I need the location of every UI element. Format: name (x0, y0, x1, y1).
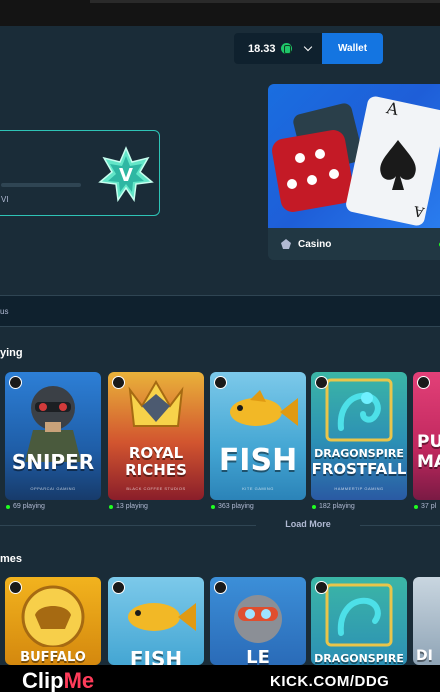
stake-original-badge-icon (315, 376, 328, 389)
top-strip-tab (90, 0, 440, 3)
vip-star-badge-icon: V (98, 146, 154, 202)
game-name-line1: PU (417, 432, 440, 452)
game-tile-partial-2[interactable]: DI (413, 577, 440, 665)
chevron-down-icon (303, 42, 312, 52)
stake-original-badge-icon (9, 376, 22, 389)
wallet-button[interactable]: Wallet (322, 33, 383, 64)
search-partial-text: us (0, 307, 9, 316)
game-name: LE (246, 647, 270, 666)
game-name: FISH (218, 443, 298, 478)
game-tile-royal-riches[interactable]: ROYAL RICHES BLACK COFFEE STUDIOS (108, 372, 204, 500)
section-title-trending: ying (0, 347, 23, 359)
player-count-text: 182 playing (319, 503, 355, 510)
player-count-text: 13 playing (116, 503, 148, 510)
search-bar[interactable]: us (0, 295, 440, 327)
balance-selector[interactable]: 18.33 (234, 33, 322, 64)
live-dot-icon (211, 504, 215, 509)
live-dot-icon (6, 504, 10, 509)
vip-badge-letter: V (119, 165, 133, 186)
game-studio: OPPARCAI GAMING (30, 486, 76, 491)
game-name: BUFFALO (20, 650, 86, 665)
game-studio: KITE GAMING (242, 486, 274, 491)
clipme-watermark: ClipMe (22, 668, 94, 692)
live-dot-icon (312, 504, 316, 509)
player-count: 37 pl (414, 503, 436, 510)
divider-left (0, 525, 256, 526)
stake-original-badge-icon (112, 376, 125, 389)
player-count-text: 69 playing (13, 503, 45, 510)
game-tile-fish-2[interactable]: FISH (108, 577, 204, 665)
game-tile-fish[interactable]: FISH KITE GAMING (210, 372, 306, 500)
game-name-line2: RICHES (125, 461, 187, 479)
casino-category-card[interactable]: A A Casino (268, 84, 440, 260)
game-studio: BLACK COFFEE STUDIOS (126, 486, 186, 491)
game-studio: HAMMERTIP GAMING (334, 486, 384, 491)
player-count: 69 playing (6, 503, 45, 510)
currency-coin-icon (280, 43, 292, 54)
player-count: 182 playing (312, 503, 355, 510)
player-count: 363 playing (211, 503, 254, 510)
casino-card-footer: Casino (268, 228, 440, 260)
player-count: 13 playing (109, 503, 148, 510)
game-tile-partial[interactable]: PU MA (413, 372, 440, 500)
casino-card-label: Casino (298, 238, 332, 250)
stake-original-badge-icon (417, 376, 430, 389)
game-tile-buffalo[interactable]: BUFFALO (5, 577, 101, 665)
divider-right (360, 525, 440, 526)
stake-original-badge-icon (112, 581, 125, 594)
game-name: DRAGONSPIRE (314, 652, 404, 665)
game-tile-sniper[interactable]: SNIPER OPPARCAI GAMING (5, 372, 101, 500)
player-count-text: 37 pl (421, 503, 437, 510)
channel-watermark: KICK.COM/DDG (270, 673, 390, 690)
watermark-me: Me (63, 668, 95, 692)
section-title-more: mes (0, 553, 23, 565)
vip-label: VI (1, 195, 9, 204)
game-name-line2: MA (417, 452, 440, 472)
vip-progress-bar (1, 183, 81, 187)
watermark-clip: Clip (22, 668, 64, 692)
game-name: DI (416, 648, 433, 664)
game-name-line1: DRAGONSPIRE (314, 447, 404, 460)
dice-and-cards-icon: A A (272, 96, 440, 226)
stake-original-badge-icon (9, 581, 22, 594)
stake-original-badge-icon (214, 581, 227, 594)
spade-chip-icon (281, 239, 291, 249)
casino-art: A A (268, 84, 440, 228)
game-name-line1: ROYAL (128, 444, 184, 462)
load-more-button[interactable]: Load More (262, 519, 354, 533)
player-count-text: 363 playing (218, 503, 254, 510)
game-tile-le[interactable]: LE (210, 577, 306, 665)
game-tile-dragonspire-frostfall[interactable]: DRAGONSPIRE FROSTFALL HAMMERTIP GAMING (311, 372, 407, 500)
stake-original-badge-icon (214, 376, 227, 389)
game-tile-dragonspire[interactable]: DRAGONSPIRE (311, 577, 407, 665)
game-name: FISH (129, 647, 183, 665)
live-dot-icon (414, 504, 418, 509)
stake-original-badge-icon (315, 581, 328, 594)
top-strip (0, 0, 440, 26)
game-name-line2: FROSTFALL (311, 460, 407, 478)
balance-amount: 18.33 (248, 42, 276, 55)
live-dot-icon (109, 504, 113, 509)
game-name: SNIPER (11, 450, 95, 474)
